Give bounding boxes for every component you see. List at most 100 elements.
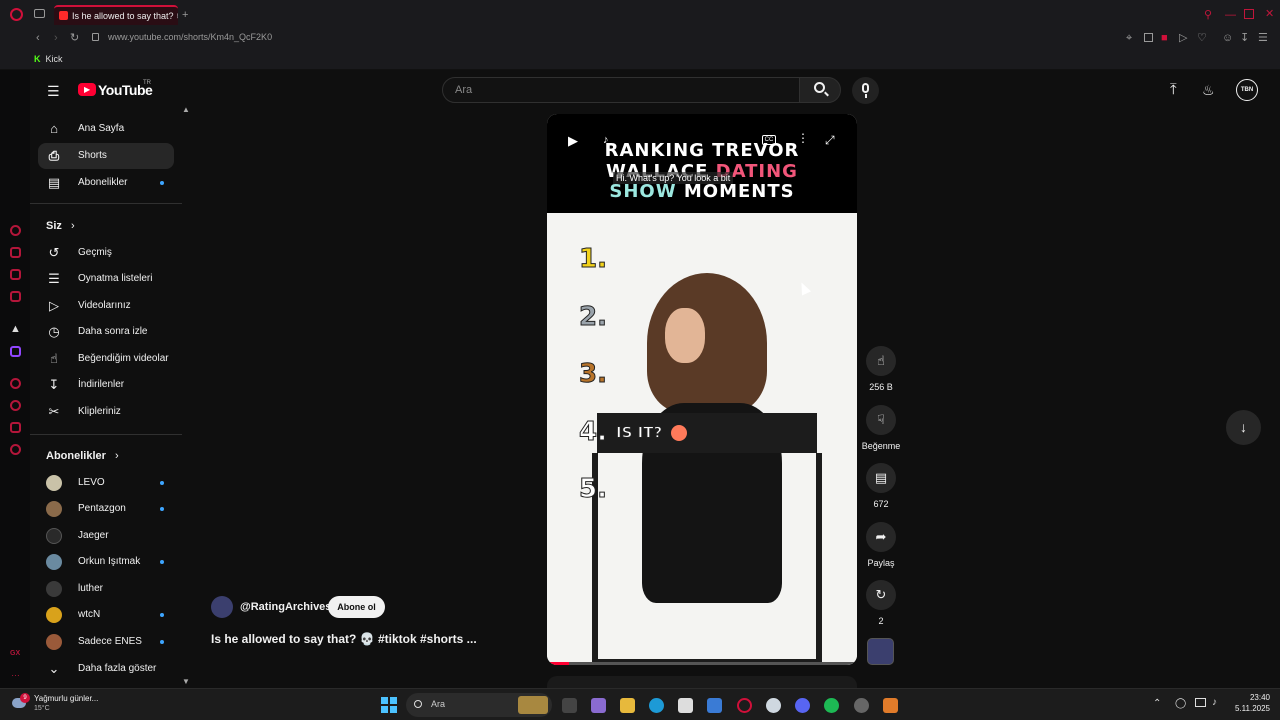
subscribe-button[interactable]: Abone ol (328, 596, 385, 618)
fullscreen-icon[interactable]: ⤢ (825, 133, 835, 148)
aria-icon[interactable] (10, 225, 21, 236)
sidebar-item-liked-videos[interactable]: ☝ Beğendiğim videolar (38, 346, 174, 372)
settings-sidebar-icon[interactable] (10, 444, 21, 455)
browser-tab-active[interactable]: Is he allowed to say that? 💀 (54, 5, 178, 25)
extensions-icon[interactable] (10, 422, 21, 433)
back-icon[interactable]: ‹ (36, 32, 40, 44)
scroll-down-icon[interactable]: ▼ (182, 677, 190, 686)
menu-icon[interactable]: ☰ (1258, 32, 1268, 44)
comments-icon[interactable]: ▤ (866, 463, 896, 493)
sidebar-sub-levo[interactable]: LEVO (38, 470, 174, 496)
opera-gx-taskbar-icon[interactable] (737, 698, 752, 713)
upload-icon[interactable]: ⤒ (1170, 81, 1177, 98)
store-icon[interactable] (678, 698, 693, 713)
sidebar-item-downloads[interactable]: ↧ İndirilenler (38, 372, 174, 398)
channel-name[interactable]: @RatingArchives (240, 601, 331, 613)
account-icon[interactable]: ☺ (1222, 32, 1233, 44)
share-icon[interactable]: ➦ (866, 522, 896, 552)
scroll-up-icon[interactable]: ▲ (182, 105, 190, 114)
dislike-action[interactable]: ☟ Beğenme (862, 405, 900, 451)
player-icon[interactable]: ▷ (1179, 32, 1187, 44)
sidebar-sub-sadece-enes[interactable]: Sadece ENES (38, 629, 174, 655)
search-input[interactable]: Ara (442, 77, 800, 103)
start-button[interactable] (381, 697, 397, 713)
taskbar-search[interactable]: Ara (406, 693, 552, 717)
minimize-button[interactable]: — (1225, 9, 1236, 21)
sidebar-item-your-videos[interactable]: ▷ Videolarınız (38, 293, 174, 319)
steam-icon[interactable] (766, 698, 781, 713)
sidebar-sub-jaeger[interactable]: Jaeger (38, 523, 174, 549)
sidebar-item-history[interactable]: ↺ Geçmiş (38, 240, 174, 266)
gx-icon[interactable]: GX (10, 650, 20, 657)
microphone-tray-icon[interactable]: ◯ (1175, 698, 1186, 709)
like-icon[interactable]: ☝ (866, 346, 896, 376)
volume-icon[interactable]: ♪ (603, 134, 609, 146)
sidebar-sub-wtcn[interactable]: wtcN (38, 602, 174, 628)
more-options-icon[interactable]: ⋮ (797, 131, 809, 145)
heart-icon[interactable]: ♡ (1197, 32, 1207, 44)
sidebar-show-more[interactable]: ⌄ Daha fazla göster (38, 656, 174, 682)
remix-action[interactable]: ↻ 2 (865, 580, 897, 626)
twitch-tab-icon[interactable] (10, 291, 21, 302)
workspace-icon[interactable] (10, 247, 21, 258)
search-tabs-icon[interactable]: ⚲ (1204, 9, 1212, 21)
close-window-button[interactable]: ✕ (1265, 8, 1274, 20)
play-icon[interactable]: ▶ (568, 133, 578, 149)
app-icon[interactable] (883, 698, 898, 713)
sidebar-item-home[interactable]: ⌂ Ana Sayfa (38, 116, 174, 142)
forward-icon[interactable]: › (54, 32, 58, 44)
new-tab-button[interactable]: + (182, 9, 188, 21)
task-view-icon[interactable] (562, 698, 577, 713)
tray-chevron-icon[interactable]: ⌃ (1153, 698, 1161, 709)
captions-icon[interactable]: CC (762, 135, 776, 145)
next-video-peek[interactable] (547, 676, 857, 688)
share-action[interactable]: ➦ Paylaş (865, 522, 897, 568)
remix-icon[interactable]: ↻ (866, 580, 896, 610)
widgets-app-icon[interactable] (591, 698, 606, 713)
account-avatar[interactable]: TBN (1236, 79, 1258, 101)
channel-avatar[interactable] (211, 596, 233, 618)
dislike-icon[interactable]: ☟ (866, 405, 896, 435)
sidebar-item-subscriptions[interactable]: ▤ Abonelikler (38, 170, 174, 196)
shorts-video-player[interactable]: RANKING TREVOR WALLACE DATING SHOW MOMEN… (547, 114, 857, 665)
sidebar-sub-pentazgon[interactable]: Pentazgon (38, 496, 174, 522)
spotify-icon[interactable] (824, 698, 839, 713)
twitch-icon[interactable] (10, 346, 21, 357)
shield-icon[interactable]: ■ (1161, 32, 1168, 44)
opera-logo-icon[interactable] (10, 8, 23, 21)
display-tray-icon[interactable] (1195, 698, 1206, 707)
sidebar-item-watch-later[interactable]: ◷ Daha sonra izle (38, 319, 174, 345)
comments-action[interactable]: ▤ 672 (865, 463, 897, 509)
chrome-app-icon[interactable] (854, 698, 869, 713)
history-sidebar-icon[interactable] (10, 400, 21, 411)
more-icon[interactable]: … (11, 668, 20, 678)
snapshot-icon[interactable] (1144, 33, 1153, 42)
video-progress-bar[interactable] (547, 662, 857, 665)
sidebar-item-playlists[interactable]: ☰ Oynatma listeleri (38, 266, 174, 292)
pin-icon[interactable]: ⌖ (1126, 32, 1132, 44)
messenger-icon[interactable] (10, 269, 21, 280)
sidebar-sub-orkun[interactable]: Orkun Işıtmak (38, 549, 174, 575)
url-field[interactable]: www.youtube.com/shorts/Km4n_QcF2K0 (108, 32, 272, 42)
player-sidebar-icon[interactable] (10, 378, 21, 389)
tab-island-icon[interactable] (34, 9, 45, 18)
volume-tray-icon[interactable]: ♪ (1212, 697, 1217, 708)
notifications-icon[interactable]: ♨ (1202, 82, 1215, 99)
next-video-button[interactable]: ↓ (1226, 410, 1261, 445)
sidebar-section-subscriptions[interactable]: Abonelikler › (46, 450, 119, 462)
mail-icon[interactable] (707, 698, 722, 713)
sidebar-section-you[interactable]: Siz › (46, 220, 75, 232)
hamburger-menu-icon[interactable]: ☰ (47, 83, 60, 100)
search-button[interactable] (799, 77, 841, 103)
kick-bookmark[interactable]: K Kick (34, 54, 63, 64)
video-caption[interactable]: Is he allowed to say that? 💀 #tiktok #sh… (211, 632, 477, 646)
audio-track-thumbnail[interactable] (867, 638, 894, 665)
maximize-button[interactable] (1244, 9, 1254, 19)
discord-icon[interactable] (795, 698, 810, 713)
file-explorer-icon[interactable] (620, 698, 635, 713)
like-action[interactable]: ☝ 256 B (865, 346, 897, 392)
sidebar-item-shorts[interactable]: ⎙ Shorts (38, 143, 174, 169)
reload-icon[interactable]: ↻ (70, 32, 79, 44)
clock[interactable]: 23:40 5.11.2025 (1230, 693, 1270, 713)
download-icon[interactable]: ↧ (1240, 32, 1249, 44)
